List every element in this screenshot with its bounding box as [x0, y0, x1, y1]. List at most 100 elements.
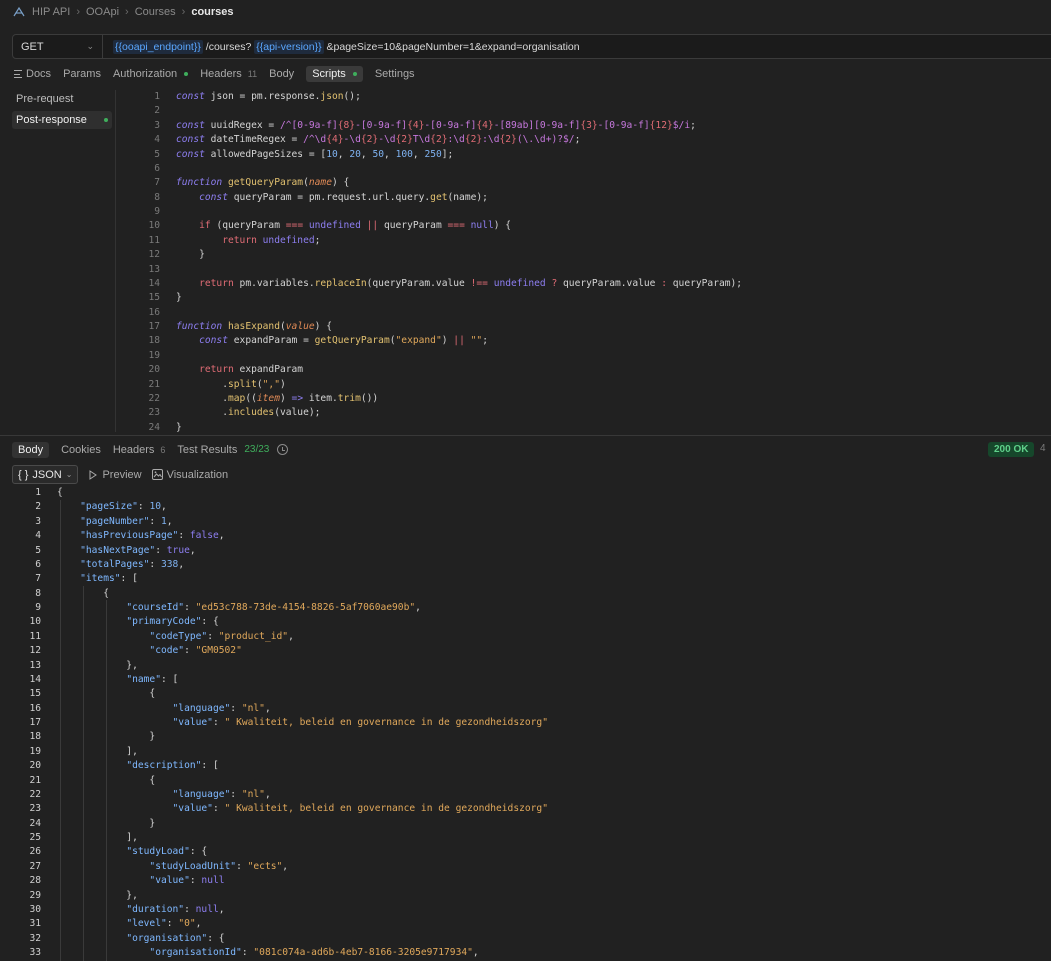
line-number: 23	[29, 803, 41, 815]
tab-label: Params	[63, 68, 101, 80]
tab-docs[interactable]: Docs	[14, 66, 51, 82]
code-line: 21 .split(",")	[120, 378, 1051, 392]
code-line: 14 return pm.variables.replaceIn(queryPa…	[120, 277, 1051, 291]
line-number: 33	[29, 947, 41, 958]
line-number: 10	[148, 220, 160, 232]
line-number: 18	[29, 731, 41, 743]
code-line: 17 function hasExpand(value) {	[120, 320, 1051, 334]
json-line: 32 "organisation": {	[0, 932, 1051, 946]
tab-params[interactable]: Params	[63, 66, 101, 82]
script-editor[interactable]: 1 const json = pm.response.json(); 2 3 con…	[120, 90, 1051, 432]
headers-count: 6	[160, 444, 166, 455]
tab-response-body[interactable]: Body	[12, 441, 50, 458]
line-number: 21	[29, 774, 41, 786]
format-select[interactable]: { } JSON ⌄	[12, 465, 79, 484]
breadcrumb-separator: ›	[125, 6, 129, 18]
tab-scripts[interactable]: Scripts	[306, 66, 363, 82]
url-input[interactable]: {{ooapi_endpoint}} /courses? {{api-versi…	[103, 39, 580, 54]
pane-divider[interactable]	[0, 435, 1051, 436]
line-number: 16	[29, 702, 41, 714]
breadcrumb-separator: ›	[181, 6, 186, 18]
json-line: 10 "primaryCode": {	[0, 615, 1051, 629]
format-label: JSON	[32, 468, 62, 481]
breadcrumb-item[interactable]: OOApi	[86, 6, 119, 18]
code-line: 2	[120, 104, 1051, 118]
json-line: 33 "organisationId": "081c074a-ad6b-4eb7…	[0, 946, 1051, 960]
tab-settings[interactable]: Settings	[375, 66, 415, 82]
preview-button[interactable]: Preview	[88, 469, 142, 481]
response-body[interactable]: 1{ 2 "pageSize": 10, 3 "pageNumber": 1, …	[0, 486, 1051, 961]
json-line: 29 },	[0, 889, 1051, 903]
line-number: 17	[148, 321, 160, 332]
line-number: 29	[29, 889, 41, 901]
tab-headers[interactable]: Headers 11	[200, 66, 257, 82]
json-line: 31 "level": "0",	[0, 917, 1051, 931]
breadcrumb: HIP API › OOApi › Courses › courses	[12, 4, 234, 20]
breadcrumb-item[interactable]: HIP API	[32, 6, 70, 18]
line-number: 6	[35, 558, 41, 570]
line-number: 14	[29, 673, 41, 685]
tab-label: Settings	[374, 68, 415, 80]
line-number: 19	[29, 745, 41, 757]
line-number: 20	[148, 364, 160, 376]
breadcrumb-item[interactable]: Courses	[135, 6, 176, 18]
json-line: 17 "value": " Kwaliteit, beleid en gover…	[0, 716, 1051, 730]
code-line: 23 .includes(value);	[120, 406, 1051, 420]
code-line: 11 return undefined;	[120, 234, 1051, 248]
line-number: 3	[154, 119, 160, 131]
breadcrumb-separator: ›	[76, 6, 80, 18]
sidebar-item-post-response[interactable]: Post-response	[12, 111, 112, 129]
line-number: 4	[35, 530, 41, 542]
tab-cookies[interactable]: Cookies	[61, 442, 101, 458]
line-number: 2	[154, 105, 160, 117]
play-icon	[89, 469, 98, 480]
history-icon[interactable]	[277, 444, 289, 455]
tab-label: Body	[18, 443, 44, 456]
visualization-label: Visualization	[166, 468, 229, 481]
tab-authorization[interactable]: Authorization	[113, 66, 189, 82]
tab-test-results[interactable]: Test Results 23/23	[177, 442, 289, 458]
line-number: 26	[29, 846, 41, 858]
breadcrumb-current: courses	[191, 6, 234, 18]
code-line: 7 function getQueryParam(name) {	[120, 176, 1051, 190]
line-number: 18	[148, 335, 160, 347]
sidebar-divider	[115, 90, 116, 432]
status-dot	[352, 72, 357, 76]
json-line: 18 }	[0, 730, 1051, 744]
tab-label: Scripts	[312, 68, 346, 80]
sidebar-item-label: Pre-request	[16, 93, 74, 105]
method-select[interactable]: GET ⌄	[13, 35, 103, 58]
json-line: 30 "duration": null,	[0, 903, 1051, 917]
json-line: 23 "value": " Kwaliteit, beleid en gover…	[0, 802, 1051, 816]
docs-icon	[14, 70, 22, 78]
code-line: 16	[120, 306, 1051, 320]
line-number: 1	[154, 91, 160, 102]
json-line: 26 "studyLoad": {	[0, 845, 1051, 859]
image-icon	[151, 469, 163, 480]
json-line: 8 {	[0, 587, 1051, 601]
json-line: 5 "hasNextPage": true,	[0, 544, 1051, 558]
line-number: 14	[148, 277, 160, 289]
line-number: 17	[29, 717, 41, 728]
sidebar-item-pre-request[interactable]: Pre-request	[12, 90, 112, 108]
visualization-button[interactable]: Visualization	[151, 468, 229, 481]
code-line: 12 }	[120, 248, 1051, 262]
tab-label: Docs	[26, 68, 52, 80]
tab-label: Headers	[112, 443, 155, 456]
json-line: 1{	[0, 486, 1051, 500]
tab-body[interactable]: Body	[269, 66, 294, 82]
line-number: 3	[35, 515, 41, 527]
line-number: 30	[29, 903, 41, 915]
status-badge[interactable]: 200 OK	[988, 442, 1035, 457]
tab-response-headers[interactable]: Headers 6	[113, 442, 166, 458]
code-line: 18 const expandParam = getQueryParam("ex…	[120, 334, 1051, 348]
json-line: 13 },	[0, 659, 1051, 673]
tab-label: Headers	[200, 68, 242, 80]
script-sidebar: Pre-request Post-response	[12, 90, 112, 132]
json-line: 24 }	[0, 817, 1051, 831]
code-line: 22 .map((item) => item.trim())	[120, 392, 1051, 406]
request-tabs: Docs Params Authorization Headers 11 Body…	[14, 66, 427, 82]
json-line: 28 "value": null	[0, 874, 1051, 888]
line-number: 25	[29, 832, 41, 843]
line-number: 22	[29, 788, 41, 800]
